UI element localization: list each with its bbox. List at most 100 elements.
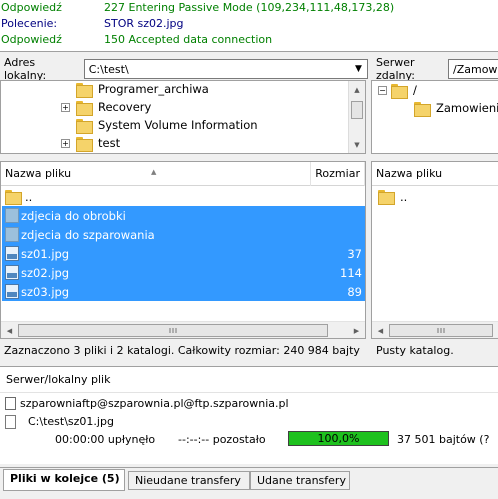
tree-scrollbar[interactable]: ▲ ▼ bbox=[348, 81, 365, 153]
queue-elapsed: 00:00:00 upłynęło bbox=[55, 433, 156, 446]
column-header-size[interactable]: Rozmiar p bbox=[311, 162, 365, 186]
remote-list-header: Nazwa pliku bbox=[372, 162, 498, 186]
image-file-icon bbox=[5, 246, 19, 261]
scroll-thumb[interactable] bbox=[18, 324, 328, 337]
remote-address-label: Serwer zdalny: bbox=[376, 56, 415, 82]
local-address-label: Adres lokalny: bbox=[4, 56, 47, 82]
folder-icon bbox=[378, 190, 395, 205]
log-label: Odpowiedź bbox=[1, 33, 62, 46]
transfer-queue: Serwer/lokalny plik szparowniaftp@szparo… bbox=[0, 366, 498, 464]
file-size: 114 bbox=[340, 265, 362, 280]
tab-successful-transfers[interactable]: Udane transfery bbox=[250, 471, 350, 490]
file-name: .. bbox=[25, 189, 33, 204]
folder-icon bbox=[414, 101, 431, 117]
local-list-header: ▲ Nazwa pliku Rozmiar p bbox=[1, 162, 365, 186]
file-name: .. bbox=[400, 189, 408, 204]
local-directory-tree: Programer_archiwa + Recovery System Volu… bbox=[0, 80, 366, 154]
log-row: Odpowiedź 227 Entering Passive Mode (109… bbox=[0, 0, 498, 16]
queue-remaining: --:--:-- pozostało bbox=[178, 433, 266, 446]
remote-address-input[interactable]: /Zamowie bbox=[448, 59, 498, 79]
local-address-value: C:\test\ bbox=[88, 62, 129, 76]
folder-icon bbox=[5, 190, 22, 205]
tree-item-label: System Volume Information bbox=[98, 118, 258, 132]
queue-server-row[interactable]: szparowniaftp@szparownia.pl@ftp.szparown… bbox=[5, 395, 289, 412]
file-size: 37 bbox=[347, 246, 362, 261]
log-text: STOR sz02.jpg bbox=[104, 17, 184, 30]
file-name: sz03.jpg bbox=[21, 284, 70, 299]
folder-icon bbox=[76, 82, 93, 98]
log-text: 150 Accepted data connection bbox=[104, 33, 273, 46]
log-label: Odpowiedź bbox=[1, 1, 62, 14]
scroll-thumb[interactable] bbox=[351, 101, 363, 119]
queue-bytes: 37 501 bajtów (? bbox=[397, 433, 490, 446]
log-text: 227 Entering Passive Mode (109,234,111,4… bbox=[104, 1, 395, 14]
queue-file-row[interactable]: C:\test\sz01.jpg bbox=[5, 413, 114, 430]
tab-failed-transfers[interactable]: Nieudane transfery bbox=[128, 471, 250, 490]
tab-label: Udane transfery bbox=[257, 474, 346, 487]
image-file-icon bbox=[5, 284, 19, 299]
remote-file-list: Nazwa pliku .. ◀ bbox=[371, 161, 498, 339]
tree-item[interactable]: + Recovery bbox=[61, 98, 151, 116]
folder-icon bbox=[76, 136, 93, 152]
list-item[interactable]: .. bbox=[2, 187, 365, 206]
column-label: Rozmiar p bbox=[315, 166, 365, 180]
scroll-up-icon[interactable]: ▲ bbox=[349, 81, 365, 98]
directory-icon bbox=[5, 227, 19, 242]
file-name: zdjecia do obrobki bbox=[21, 208, 126, 223]
list-item[interactable]: sz03.jpg 89 bbox=[2, 282, 365, 301]
file-name: zdjecia do szparowania bbox=[21, 227, 155, 242]
log-row: Odpowiedź 150 Accepted data connection bbox=[0, 32, 498, 48]
list-item[interactable]: zdjecia do szparowania bbox=[2, 225, 365, 244]
collapse-icon[interactable]: − bbox=[378, 85, 387, 95]
local-list-hscrollbar[interactable]: ◀ ▶ bbox=[1, 321, 365, 338]
list-item[interactable]: zdjecia do obrobki bbox=[2, 206, 365, 225]
server-icon bbox=[5, 397, 16, 410]
tree-item[interactable]: Zamowienie bbox=[414, 99, 498, 117]
tab-queued-files[interactable]: Pliki w kolejce (5) bbox=[3, 469, 125, 491]
list-item[interactable]: sz02.jpg 114 bbox=[2, 263, 365, 282]
local-address-input[interactable]: C:\test\ ▼ bbox=[83, 59, 368, 79]
queue-local-file: C:\test\sz01.jpg bbox=[28, 415, 114, 428]
tab-label: Nieudane transfery bbox=[135, 474, 241, 487]
column-label: Nazwa pliku bbox=[376, 166, 443, 180]
tree-item-label: / bbox=[413, 83, 417, 97]
tree-item[interactable]: System Volume Information bbox=[76, 116, 258, 134]
scroll-thumb[interactable] bbox=[389, 324, 493, 337]
log-row: Polecenie: STOR sz02.jpg bbox=[0, 16, 498, 32]
file-size: 89 bbox=[347, 284, 362, 299]
file-name: sz01.jpg bbox=[21, 246, 70, 261]
expand-icon[interactable]: + bbox=[61, 138, 70, 148]
remote-list-hscrollbar[interactable]: ◀ bbox=[372, 321, 498, 338]
image-file-icon bbox=[5, 265, 19, 280]
tree-item-label: Programer_archiwa bbox=[98, 82, 209, 96]
local-file-list: ▲ Nazwa pliku Rozmiar p .. zdjecia do ob… bbox=[0, 161, 366, 339]
queue-tabs: Pliki w kolejce (5) Nieudane transfery U… bbox=[0, 467, 498, 499]
tree-item-label: test bbox=[98, 136, 121, 150]
tree-item-label: Zamowienie bbox=[436, 101, 498, 115]
transfer-progress-bar: 100,0% bbox=[288, 431, 389, 446]
remote-status-text: Pusty katalog. bbox=[376, 344, 454, 357]
column-header-name[interactable]: ▲ Nazwa pliku bbox=[1, 162, 312, 186]
list-item[interactable]: .. bbox=[373, 187, 498, 206]
tree-item[interactable]: + test bbox=[61, 134, 120, 152]
folder-icon bbox=[76, 118, 93, 134]
folder-icon bbox=[391, 83, 408, 99]
list-item[interactable]: sz01.jpg 37 bbox=[2, 244, 365, 263]
column-header-name[interactable]: Nazwa pliku bbox=[372, 162, 498, 186]
scroll-left-icon[interactable]: ◀ bbox=[1, 322, 18, 338]
scroll-right-icon[interactable]: ▶ bbox=[348, 322, 365, 338]
file-name: sz02.jpg bbox=[21, 265, 70, 280]
log-label: Polecenie: bbox=[1, 17, 58, 30]
expand-icon[interactable]: + bbox=[61, 102, 70, 112]
folder-icon bbox=[76, 100, 93, 116]
chevron-down-icon[interactable]: ▼ bbox=[350, 60, 367, 78]
tree-item[interactable]: − / bbox=[378, 81, 417, 99]
tree-item[interactable]: Programer_archiwa bbox=[76, 81, 209, 98]
sort-arrow-icon: ▲ bbox=[151, 167, 157, 176]
scroll-down-icon[interactable]: ▼ bbox=[349, 136, 365, 153]
local-status-text: Zaznaczono 3 pliki i 2 katalogi. Całkowi… bbox=[4, 344, 360, 357]
queue-column-header[interactable]: Serwer/lokalny plik bbox=[0, 367, 498, 393]
message-log: Odpowiedź 227 Entering Passive Mode (109… bbox=[0, 0, 498, 52]
queue-server: szparowniaftp@szparownia.pl@ftp.szparown… bbox=[20, 397, 289, 410]
scroll-left-icon[interactable]: ◀ bbox=[372, 322, 389, 338]
